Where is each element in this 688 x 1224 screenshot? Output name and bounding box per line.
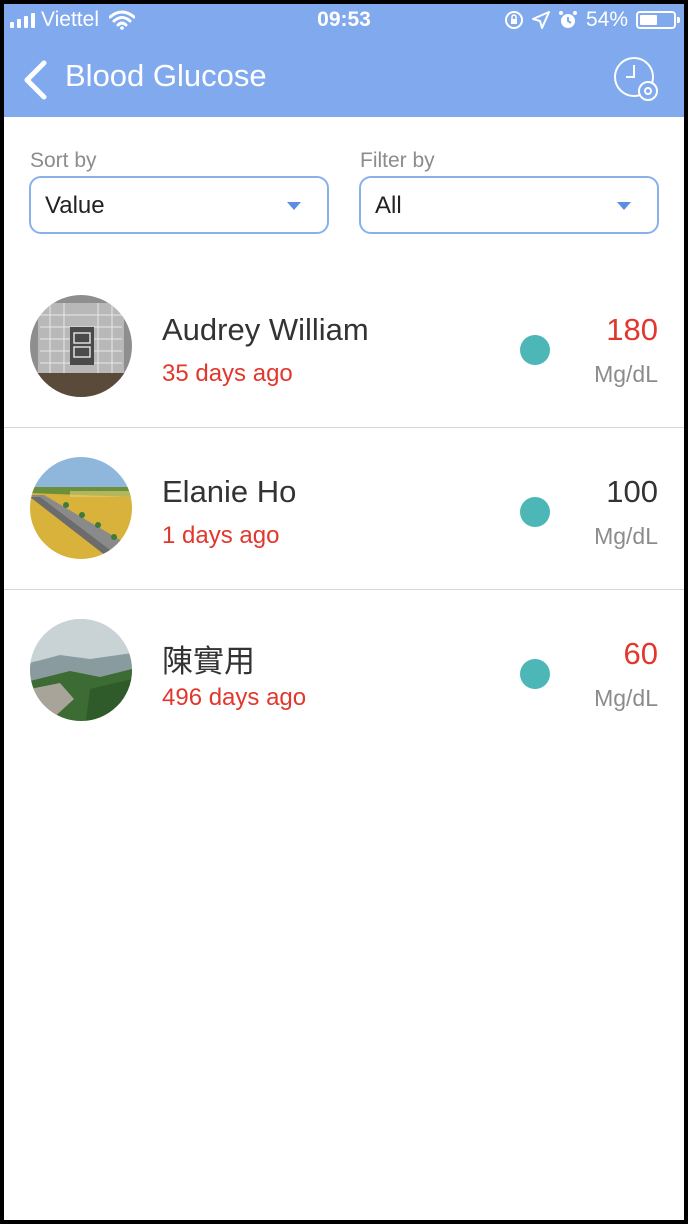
caret-down-icon [287, 202, 301, 210]
filter-value: All [375, 192, 402, 219]
status-dot [520, 659, 550, 689]
alarm-icon [558, 11, 577, 28]
patient-name: Audrey William [162, 312, 369, 347]
app-screen: Viettel 09:53 54% Blood Glucose Sort by … [4, 4, 684, 1220]
sort-label: Sort by [30, 149, 97, 172]
list-item[interactable]: 陳實用 496 days ago 60 Mg/dL [4, 590, 684, 752]
list-item[interactable]: Audrey William 35 days ago 180 Mg/dL [4, 266, 684, 428]
patient-name: Elanie Ho [162, 474, 297, 509]
last-reading-time: 496 days ago [162, 684, 307, 711]
status-dot [520, 497, 550, 527]
patient-name: 陳實用 [162, 644, 255, 679]
list-item[interactable]: Elanie Ho 1 days ago 100 Mg/dL [4, 428, 684, 590]
status-bar: Viettel 09:53 54% [4, 4, 684, 34]
glucose-value: 60 [623, 636, 658, 671]
glucose-unit: Mg/dL [594, 685, 658, 711]
avatar [30, 457, 132, 559]
glucose-unit: Mg/dL [594, 523, 658, 549]
filter-label: Filter by [360, 149, 435, 172]
rotation-lock-icon [504, 11, 523, 29]
caret-down-icon [617, 202, 631, 210]
header-bar: Viettel 09:53 54% Blood Glucose [4, 4, 684, 117]
battery-icon [636, 11, 680, 29]
sort-dropdown[interactable]: Value [29, 176, 329, 234]
filter-dropdown[interactable]: All [359, 176, 659, 234]
battery-percent: 54% [585, 8, 628, 31]
last-reading-time: 35 days ago [162, 360, 293, 387]
back-icon[interactable] [22, 60, 48, 100]
last-reading-time: 1 days ago [162, 522, 280, 549]
patient-list: Audrey William 35 days ago 180 Mg/dL Ela… [4, 266, 684, 752]
status-dot [520, 335, 550, 365]
avatar [30, 619, 132, 721]
glucose-value: 100 [606, 474, 658, 509]
avatar [30, 295, 132, 397]
glucose-value: 180 [606, 312, 658, 347]
clock-settings-icon[interactable] [612, 55, 660, 103]
sort-value: Value [45, 192, 105, 219]
location-arrow-icon [531, 11, 550, 29]
glucose-unit: Mg/dL [594, 361, 658, 387]
page-title: Blood Glucose [65, 58, 267, 93]
